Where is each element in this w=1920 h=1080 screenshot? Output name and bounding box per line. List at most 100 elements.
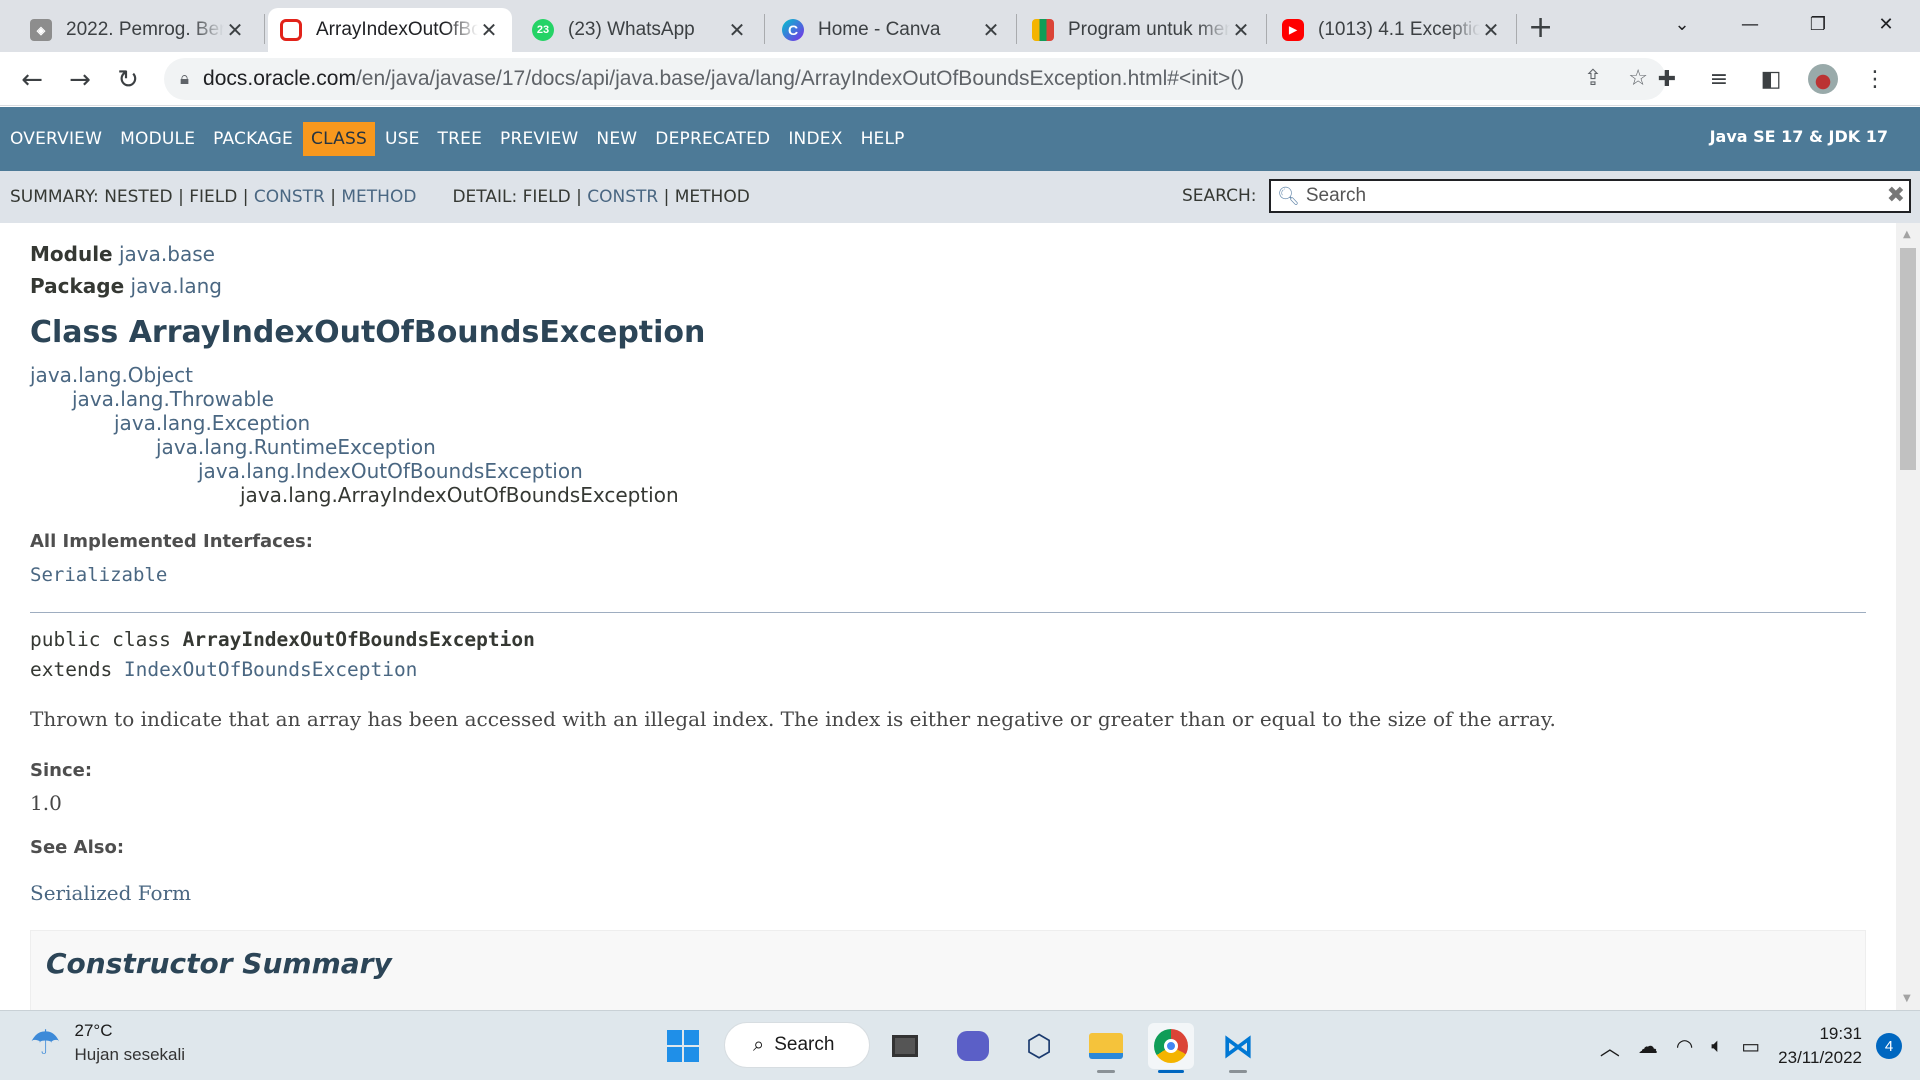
summary-method-link[interactable]: METHOD xyxy=(341,187,416,207)
kebab-menu-icon[interactable]: ⋮ xyxy=(1860,64,1890,94)
scrollbar-thumb[interactable] xyxy=(1900,248,1916,470)
chrome-button[interactable] xyxy=(1148,1023,1194,1073)
detail-method: METHOD xyxy=(674,187,750,207)
extends-link[interactable]: IndexOutOfBoundsException xyxy=(124,658,418,681)
address-bar[interactable]: 🔒︎ docs.oracle.com/en/java/javase/17/doc… xyxy=(164,58,1666,100)
tab-whatsapp[interactable]: 23 (23) WhatsApp ✕ xyxy=(520,8,760,52)
forward-arrow-icon[interactable]: → xyxy=(62,62,98,98)
javadoc-top-nav: OVERVIEW MODULE PACKAGE CLASS USE TREE P… xyxy=(0,107,1920,171)
nav-deprecated[interactable]: DEPRECATED xyxy=(647,122,778,156)
nav-preview[interactable]: PREVIEW xyxy=(492,122,586,156)
restore-button[interactable]: ❐ xyxy=(1784,6,1852,42)
nav-help[interactable]: HELP xyxy=(853,122,913,156)
close-tab-icon[interactable]: ✕ xyxy=(980,18,1002,43)
tab-title: ArrayIndexOutOfBoundsException xyxy=(316,19,478,40)
tab-slides[interactable]: Program untuk menangani exception ✕ xyxy=(1020,8,1264,52)
detail-constr-link[interactable]: CONSTR xyxy=(587,187,658,207)
volume-icon[interactable]: 🔈︎ xyxy=(1711,1035,1723,1058)
weather-widget[interactable]: ☂ 27°C Hujan sesekali xyxy=(30,1021,185,1065)
weather-text: 27°C Hujan sesekali xyxy=(74,1021,185,1065)
inheritance-indexoutofbounds[interactable]: java.lang.IndexOutOfBoundsException xyxy=(198,459,583,483)
tab-arrayindex[interactable]: ArrayIndexOutOfBoundsException ✕ xyxy=(268,8,512,52)
battery-icon[interactable]: ▭ xyxy=(1741,1034,1760,1059)
vertical-scrollbar[interactable]: ▲ ▼ xyxy=(1896,223,1920,1010)
summary-constr-link[interactable]: CONSTR xyxy=(254,187,325,207)
reset-search-icon[interactable]: ✖ xyxy=(1887,183,1905,208)
scroll-up-arrow-icon[interactable]: ▲ xyxy=(1903,229,1911,240)
share-icon[interactable]: ⇪ xyxy=(1584,66,1602,91)
close-tab-icon[interactable]: ✕ xyxy=(1230,18,1252,43)
avatar xyxy=(1808,64,1838,94)
weather-temp: 27°C xyxy=(74,1021,113,1040)
vscode-button[interactable]: ⋈ xyxy=(1215,1023,1261,1073)
page-content: Module java.base Package java.lang Class… xyxy=(0,223,1896,1010)
tab-youtube[interactable]: ▶ (1013) 4.1 Exception Handling ✕ xyxy=(1270,8,1514,52)
close-tab-icon[interactable]: ✕ xyxy=(726,18,748,43)
nav-tree[interactable]: TREE xyxy=(430,122,490,156)
media-control-icon[interactable]: ≡ xyxy=(1704,64,1734,94)
side-panel-icon[interactable]: ◧ xyxy=(1756,64,1786,94)
inheritance-exception[interactable]: java.lang.Exception xyxy=(114,411,310,435)
serialized-form-link[interactable]: Serialized Form xyxy=(30,881,191,905)
search-label: SEARCH: xyxy=(1182,186,1257,206)
inheritance-runtimeexception[interactable]: java.lang.RuntimeException xyxy=(156,435,436,459)
interfaces-label: All Implemented Interfaces: xyxy=(30,531,313,552)
file-explorer-button[interactable] xyxy=(1083,1023,1129,1073)
close-window-button[interactable]: ✕ xyxy=(1852,6,1920,42)
onedrive-error-icon[interactable]: ☁ xyxy=(1638,1034,1658,1059)
notification-badge[interactable]: 4 xyxy=(1876,1033,1902,1059)
since-value: 1.0 xyxy=(30,791,62,815)
module-link[interactable]: java.base xyxy=(119,242,215,266)
summary-field: FIELD xyxy=(189,187,238,207)
close-tab-icon[interactable]: ✕ xyxy=(1480,18,1502,43)
start-button[interactable] xyxy=(660,1023,706,1069)
windows-logo-icon xyxy=(667,1030,699,1062)
tab-title: (1013) 4.1 Exception Handling xyxy=(1318,19,1480,40)
browser-toolbar: ← → ↻ 🔒︎ docs.oracle.com/en/java/javase/… xyxy=(0,52,1920,106)
virtualbox-button[interactable]: ⬡ xyxy=(1016,1023,1062,1069)
back-arrow-icon[interactable]: ← xyxy=(14,62,50,98)
nav-package[interactable]: PACKAGE xyxy=(205,122,301,156)
tab-canva[interactable]: C Home - Canva ✕ xyxy=(770,8,1014,52)
since-label: Since: xyxy=(30,760,93,781)
inheritance-throwable[interactable]: java.lang.Throwable xyxy=(72,387,274,411)
bookmark-star-icon[interactable]: ☆ xyxy=(1628,66,1648,91)
weather-desc: Hujan sesekali xyxy=(74,1045,186,1064)
active-indicator xyxy=(1158,1070,1184,1073)
close-tab-icon[interactable]: ✕ xyxy=(224,18,246,43)
nav-use[interactable]: USE xyxy=(377,122,428,156)
close-tab-icon[interactable]: ✕ xyxy=(478,18,500,43)
taskbar-search[interactable]: ⌕ Search xyxy=(724,1022,870,1068)
package-link[interactable]: java.lang xyxy=(131,274,222,298)
system-tray: ︿ ☁ ◠ 🔈︎ ▭ 19:31 23/11/2022 4 xyxy=(1600,1011,1920,1080)
inheritance-object[interactable]: java.lang.Object xyxy=(30,363,193,387)
minimize-button[interactable]: — xyxy=(1716,6,1784,42)
package-row: Package java.lang xyxy=(30,274,222,298)
toolbar-icons: ✚ ≡ ◧ ⋮ xyxy=(1652,64,1890,94)
task-view-button[interactable] xyxy=(882,1023,928,1069)
search-input[interactable]: 🔍︎ Search ✖ xyxy=(1269,179,1911,213)
nav-new[interactable]: NEW xyxy=(588,122,645,156)
teams-chat-button[interactable] xyxy=(950,1023,996,1069)
nav-index[interactable]: INDEX xyxy=(780,122,850,156)
lock-icon[interactable]: 🔒︎ xyxy=(180,69,189,89)
wifi-icon[interactable]: ◠ xyxy=(1676,1034,1693,1059)
scroll-down-arrow-icon[interactable]: ▼ xyxy=(1903,993,1911,1004)
reload-icon[interactable]: ↻ xyxy=(110,62,146,98)
tab-moodle[interactable]: ◈ 2022. Pemrog. Berorientasi Objek ✕ xyxy=(18,8,258,52)
extensions-puzzle-icon[interactable]: ✚ xyxy=(1652,64,1682,94)
youtube-icon: ▶ xyxy=(1282,19,1304,41)
search-icon: ⌕ xyxy=(753,1033,765,1056)
nav-module[interactable]: MODULE xyxy=(112,122,203,156)
signature-name: ArrayIndexOutOfBoundsException xyxy=(182,628,535,651)
tab-search-chevron-icon[interactable]: ⌄ xyxy=(1648,6,1716,42)
serializable-link[interactable]: Serializable xyxy=(30,564,167,586)
new-tab-button[interactable]: + xyxy=(1528,10,1553,45)
clock[interactable]: 19:31 23/11/2022 xyxy=(1778,1022,1862,1070)
url-text[interactable]: docs.oracle.com/en/java/javase/17/docs/a… xyxy=(203,67,1244,91)
detail-label: DETAIL: xyxy=(452,187,518,207)
profile-avatar[interactable] xyxy=(1808,64,1838,94)
about-language: Java SE 17 & JDK 17 xyxy=(1709,127,1888,146)
show-hidden-icons-chevron-icon[interactable]: ︿ xyxy=(1600,1032,1620,1061)
nav-overview[interactable]: OVERVIEW xyxy=(2,122,110,156)
